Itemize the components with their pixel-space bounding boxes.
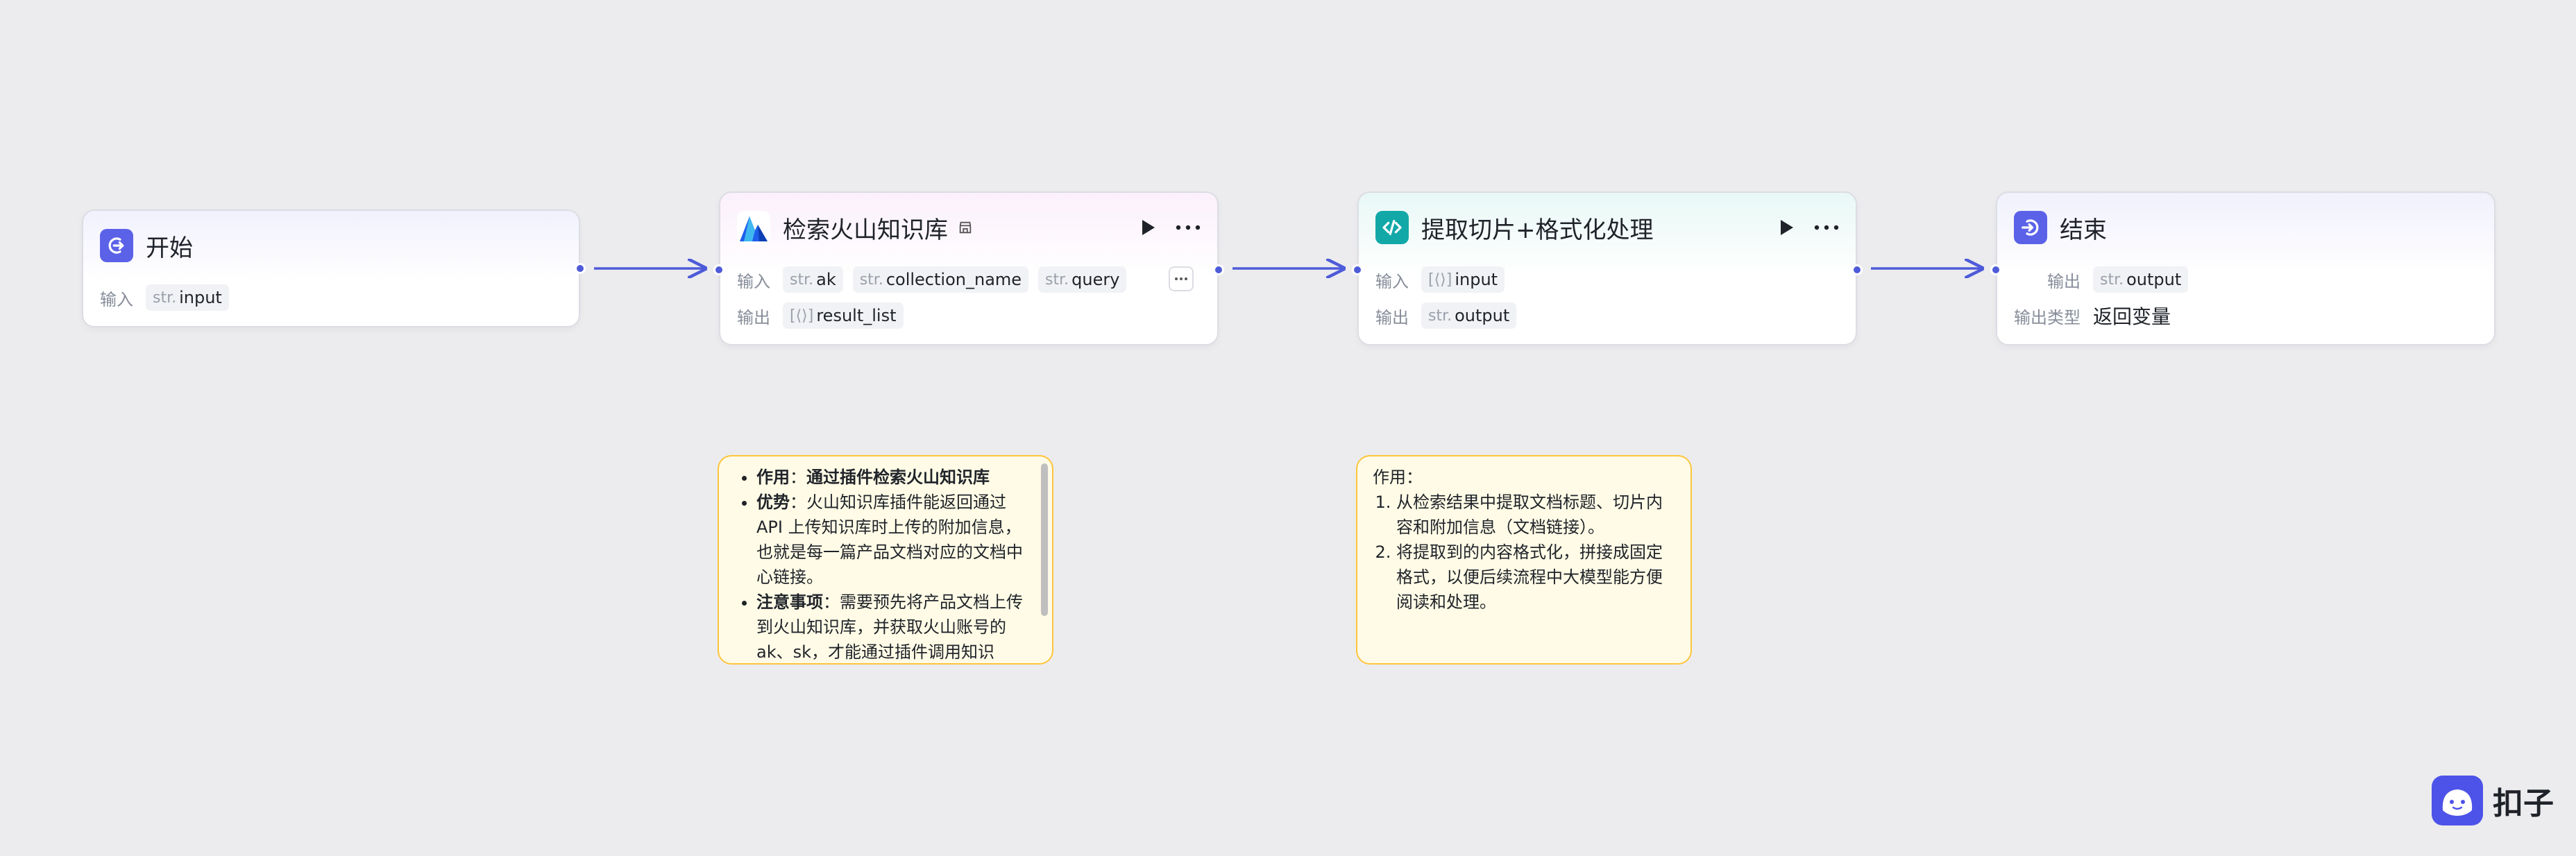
node-extract-header: 提取切片+格式化处理 xyxy=(1375,209,1839,246)
brand-name: 扣子 xyxy=(2493,786,2554,821)
node-end-output-type-row: 输出类型 返回变量 xyxy=(2014,302,2171,329)
note-item: 将提取到的内容格式化，拼接成固定格式，以便后续流程中大模型能方便阅读和处理。 xyxy=(1396,540,1677,615)
variable-tag-input: str. input xyxy=(146,284,229,311)
port-out[interactable] xyxy=(1852,264,1863,275)
more-horizontal-icon[interactable] xyxy=(1814,225,1839,230)
note-search-description[interactable]: 作用：通过插件检索火山知识库 优势：火山知识库插件能返回通过 API 上传知识库… xyxy=(718,455,1053,665)
port-out[interactable] xyxy=(575,263,586,274)
output-type-label: 输出类型 xyxy=(2014,307,2081,327)
node-extract-output-row: 输出 str. output xyxy=(1375,302,1526,329)
more-horizontal-icon[interactable] xyxy=(1176,225,1201,230)
variable-tag-query: str. query xyxy=(1038,266,1127,293)
node-end-header: 结束 xyxy=(2014,209,2477,246)
volcano-mountain-icon xyxy=(737,211,770,244)
port-out[interactable] xyxy=(1213,264,1224,275)
logout-arrow-icon xyxy=(2014,211,2047,244)
node-extract-input-row: 输入 [⟨⟩] input xyxy=(1375,266,1514,293)
node-extract-title: 提取切片+格式化处理 xyxy=(1421,216,1654,244)
variable-tag-output: str. output xyxy=(1421,302,1517,329)
node-end-output-row: 输出 str. output xyxy=(2047,266,2198,293)
output-type-value: 返回变量 xyxy=(2093,305,2171,328)
node-search-input-row: 输入 str. ak str. collection_name str. query … xyxy=(737,266,1133,293)
note-item: 从检索结果中提取文档标题、切片内容和附加信息（文档链接）。 xyxy=(1396,490,1677,540)
more-inputs-button[interactable] xyxy=(1169,266,1194,291)
play-icon[interactable] xyxy=(1778,219,1795,237)
node-extract-format[interactable]: 提取切片+格式化处理 输入 [⟨⟩] input 输出 str. output xyxy=(1352,191,1863,345)
node-start[interactable]: 开始 输入 str. input xyxy=(82,209,586,327)
variable-tag-output: str. output xyxy=(2093,266,2189,293)
port-in[interactable] xyxy=(1352,264,1363,275)
output-label: 输出 xyxy=(1375,307,1409,327)
note-extract-description[interactable]: 作用： 从检索结果中提取文档标题、切片内容和附加信息（文档链接）。 将提取到的内… xyxy=(1356,455,1692,665)
variable-tag-collection-name: str. collection_name xyxy=(852,266,1029,293)
node-start-title: 开始 xyxy=(146,234,193,262)
output-label: 输出 xyxy=(737,307,770,327)
node-end-title: 结束 xyxy=(2060,216,2107,244)
node-search-knowledge[interactable]: 检索火山知识库 输入 str. ak str. collection_name st… xyxy=(713,191,1224,345)
coze-mascot-icon xyxy=(2432,776,2483,825)
note-intro: 作用： xyxy=(1373,468,1423,487)
play-icon[interactable] xyxy=(1139,219,1156,237)
node-start-header: 开始 xyxy=(100,228,562,264)
variable-tag-result-list: [⟨⟩] result_list xyxy=(783,302,904,329)
note-scrollbar[interactable] xyxy=(1041,463,1048,616)
node-start-input-row: 输入 str. input xyxy=(100,284,239,311)
note-list: 从检索结果中提取文档标题、切片内容和附加信息（文档链接）。 将提取到的内容格式化… xyxy=(1373,490,1677,615)
node-search-header: 检索火山知识库 xyxy=(737,209,1201,246)
input-label: 输入 xyxy=(1375,271,1409,291)
note-item: 作用：通过插件检索火山知识库 xyxy=(756,465,1034,490)
note-list: 作用：通过插件检索火山知识库 优势：火山知识库插件能返回通过 API 上传知识库… xyxy=(733,465,1034,663)
variable-tag-ak: str. ak xyxy=(783,266,843,293)
node-search-output-row: 输出 [⟨⟩] result_list xyxy=(737,302,913,329)
port-in[interactable] xyxy=(713,264,724,275)
edges-layer xyxy=(594,0,2576,856)
input-label: 输入 xyxy=(737,271,770,291)
output-label: 输出 xyxy=(2047,271,2081,291)
brand-logo: 扣子 xyxy=(2432,776,2554,825)
variable-tag-input: [⟨⟩] input xyxy=(1421,266,1505,293)
login-arrow-icon xyxy=(100,229,133,262)
code-icon xyxy=(1375,211,1409,244)
node-search-title: 检索火山知识库 xyxy=(783,216,948,244)
note-item: 注意事项：需要预先将产品文档上传到火山知识库，并获取火山账号的 ak、sk，才能… xyxy=(756,590,1034,663)
port-in[interactable] xyxy=(1990,264,2001,275)
note-item: 优势：火山知识库插件能返回通过 API 上传知识库时上传的附加信息，也就是每一篇… xyxy=(756,490,1034,590)
node-end[interactable]: 结束 输出 str. output 输出类型 返回变量 xyxy=(1990,191,2496,345)
store-icon xyxy=(958,220,973,235)
input-label: 输入 xyxy=(100,289,133,309)
